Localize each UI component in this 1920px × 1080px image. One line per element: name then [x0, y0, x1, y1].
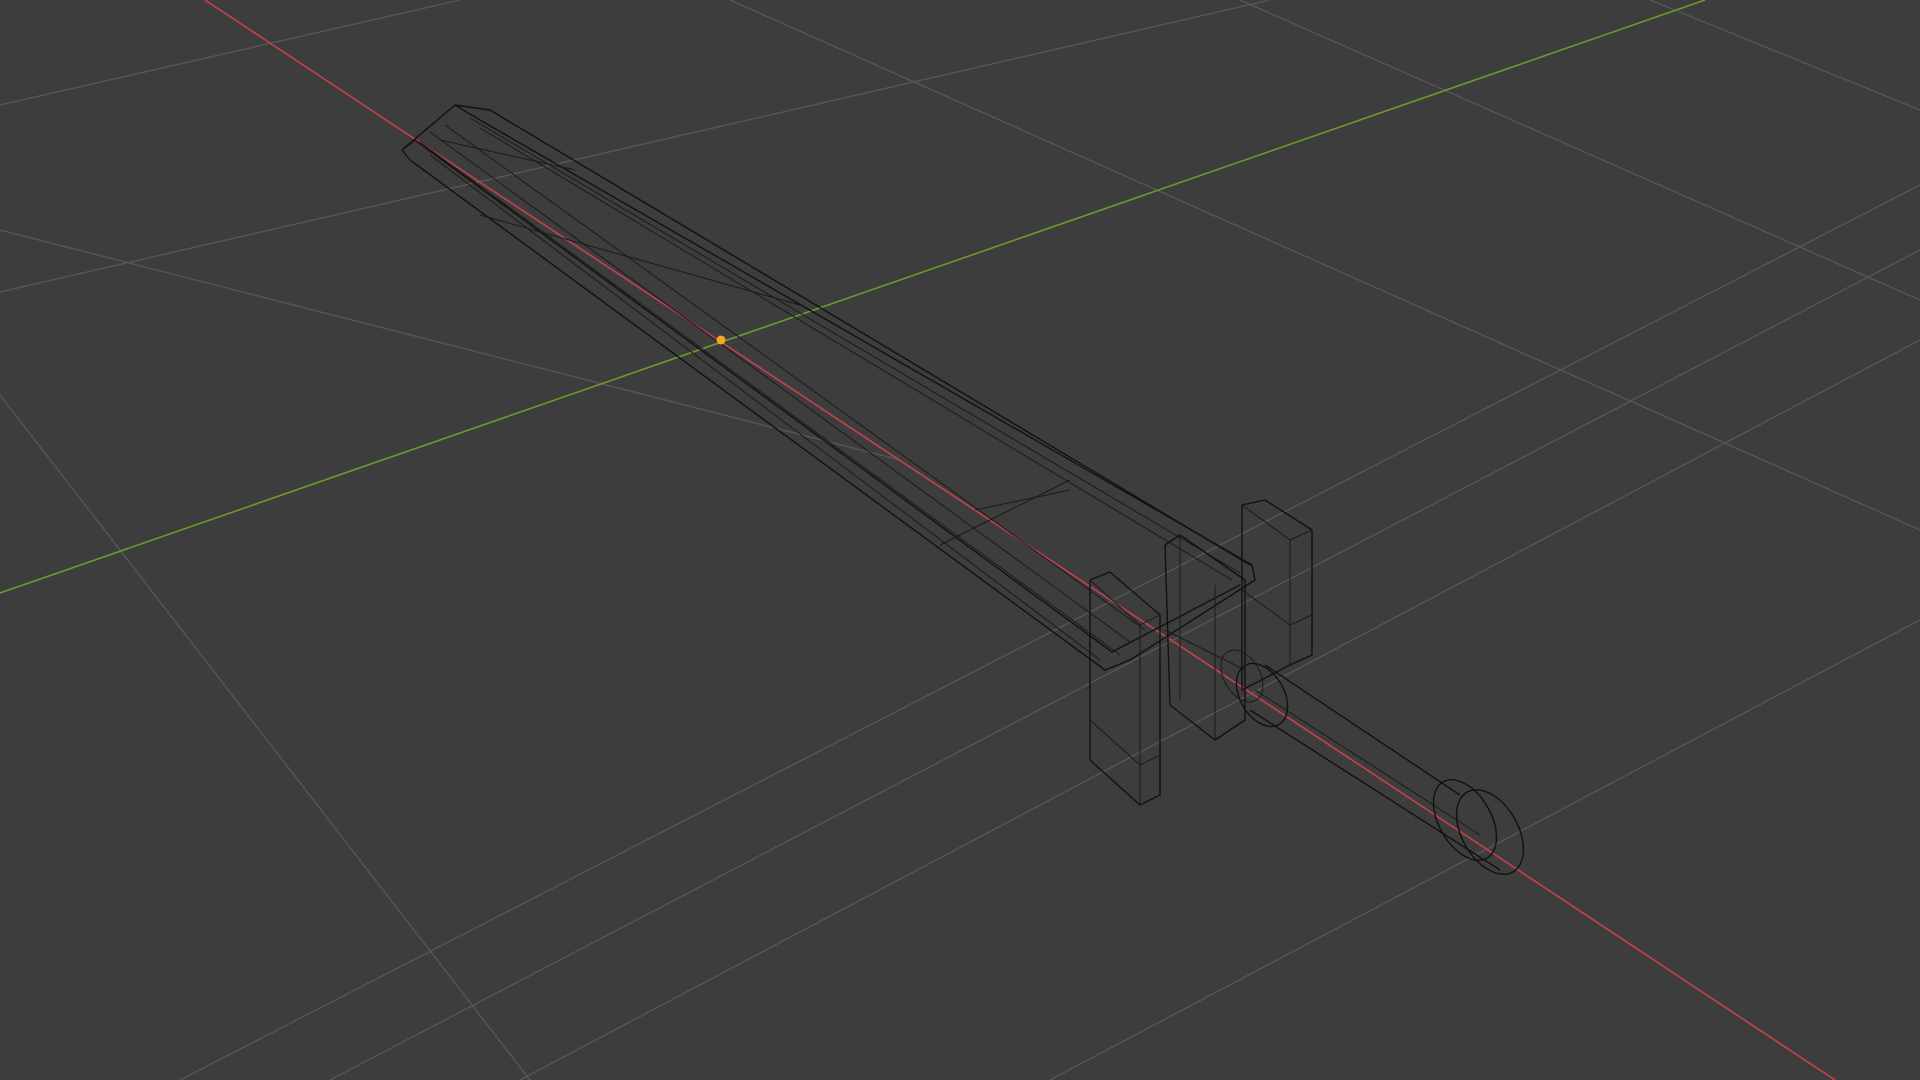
- grid-line: [1649, 0, 1920, 111]
- grid-line: [0, 0, 1271, 293]
- sword-mesh[interactable]: [401, 104, 1537, 886]
- grid-line: [519, 339, 1920, 1080]
- crossguard-wireframe: [1089, 499, 1313, 806]
- grid-line: [0, 394, 531, 1080]
- object-origin-dot[interactable]: [716, 335, 726, 345]
- grid-line: [329, 249, 1920, 1080]
- viewport-canvas[interactable]: [0, 0, 1920, 1080]
- grid-line: [1239, 0, 1920, 301]
- blade-wireframe: [401, 104, 1256, 671]
- y-axis-line: [0, 0, 1706, 594]
- 3d-viewport[interactable]: [0, 0, 1920, 1080]
- grid-line: [729, 0, 1920, 531]
- grid-line: [0, 229, 901, 461]
- grip-wireframe: [1220, 649, 1525, 875]
- grid-line: [179, 184, 1920, 1080]
